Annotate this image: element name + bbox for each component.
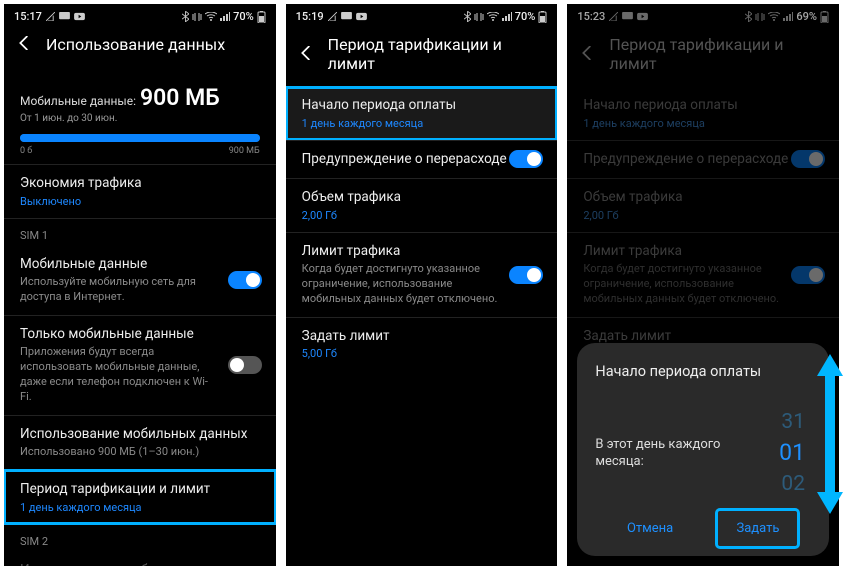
data-saver-row[interactable]: Экономия трафика Выключено (4, 164, 276, 218)
wifi-icon (205, 12, 217, 21)
cycle-start-dialog: Начало периода оплаты В этот день каждог… (577, 343, 829, 556)
youtube-icon (74, 12, 85, 21)
warning-title: Предупреждение о перерасходе (302, 151, 542, 169)
billing-title: Период тарификации и лимит (20, 481, 260, 499)
mobile-data-row[interactable]: Мобильные данные Используйте мобильную с… (4, 246, 276, 315)
signal-icon (502, 12, 512, 21)
picker-next: 02 (779, 470, 805, 499)
vibrate-icon (192, 12, 202, 22)
set-limit-row[interactable]: Задать лимит 5,00 Гб (286, 317, 558, 371)
signal-icon (220, 12, 230, 21)
youtube-icon (356, 12, 367, 21)
mobile-only-switch[interactable] (228, 356, 262, 374)
page-title: Использование данных (46, 35, 225, 54)
mobile-usage-sub: Использовано 900 МБ (1–30 июн.) (20, 445, 260, 460)
usage-label: Мобильные данные: (20, 94, 136, 108)
message-icon (59, 12, 70, 21)
mobile-only-row[interactable]: Только мобильные данные Приложения будут… (4, 315, 276, 415)
cycle-start-row[interactable]: Начало периода оплаты 1 день каждого мес… (286, 87, 558, 140)
status-time: 15:17 (14, 10, 42, 23)
data-saver-title: Экономия трафика (20, 175, 260, 193)
cycle-title: Начало периода оплаты (302, 97, 542, 115)
battery-icon (257, 11, 266, 23)
picker-selected: 01 (779, 437, 805, 469)
usage-summary: Мобильные данные: 900 МБ От 1 июн. до 30… (4, 68, 276, 164)
page-title: Период тарификации и лимит (328, 35, 544, 73)
usage-bar-max: 900 МБ (229, 146, 260, 156)
status-battery: 70% (515, 10, 536, 23)
usage-range: От 1 июн. до 30 июн. (20, 113, 260, 124)
mobile-only-title: Только мобильные данные (20, 326, 260, 344)
back-icon[interactable] (18, 35, 32, 54)
usage-amount: 900 МБ (140, 84, 220, 111)
limit-title: Лимит трафика (302, 243, 542, 261)
usage-bar-min: 0 б (20, 146, 32, 156)
sim2-label: SIM 2 (4, 524, 276, 552)
picker-prev: 31 (779, 408, 805, 437)
warning-amount-value: 2,00 Гб (302, 209, 542, 222)
set-limit-title: Задать лимит (302, 328, 542, 346)
battery-icon (538, 11, 547, 23)
limit-row[interactable]: Лимит трафика Когда будет достигнуто ука… (286, 232, 558, 317)
sim1-label: SIM 1 (4, 218, 276, 246)
mobile-data-sub: Используйте мобильную сеть для доступа в… (20, 275, 210, 305)
mobile-only-sub: Приложения будут всегда использовать моб… (20, 345, 210, 404)
screen-data-usage: 15:17 70% Использование данных Мобильные… (4, 4, 276, 566)
mobile-usage-row[interactable]: Использование мобильных данных Использов… (4, 415, 276, 470)
dialog-label: В этот день каждого месяца: (595, 437, 735, 471)
bluetooth-icon (182, 11, 189, 22)
mobile-usage2-row[interactable]: Использование мобильных данных Использов… (4, 552, 276, 566)
header: Использование данных (4, 25, 276, 68)
no-sim1-icon (328, 12, 337, 21)
back-icon[interactable] (300, 45, 314, 64)
limit-sub: Когда будет достигнуто указанное огранич… (302, 262, 502, 307)
status-bar: 15:17 70% (4, 4, 276, 25)
bluetooth-icon (464, 11, 471, 22)
ok-button[interactable]: Задать (718, 511, 797, 546)
screen-billing-cycle-dialog: 15:23 69% Период тарификации и лимит Нач… (567, 4, 839, 566)
warning-amount-row[interactable]: Объем трафика 2,00 Гб (286, 178, 558, 232)
cycle-sub: 1 день каждого месяца (302, 117, 542, 130)
warning-switch[interactable] (509, 150, 543, 168)
dialog-title: Начало периода оплаты (595, 363, 811, 380)
vibrate-icon (474, 12, 484, 22)
message-icon (341, 12, 352, 21)
status-battery: 70% (233, 10, 254, 23)
data-saver-value: Выключено (20, 195, 260, 208)
mobile-data-switch[interactable] (228, 271, 262, 289)
mobile-usage-title: Использование мобильных данных (20, 426, 260, 444)
mobile-data-title: Мобильные данные (20, 256, 260, 274)
no-sim1-icon (46, 12, 55, 21)
mobile-usage2-title: Использование мобильных данных (20, 562, 260, 566)
status-bar: 15:19 70% (286, 4, 558, 25)
limit-switch[interactable] (509, 266, 543, 284)
status-time: 15:19 (296, 10, 324, 23)
header: Период тарификации и лимит (286, 25, 558, 87)
day-picker[interactable]: 31 01 02 (779, 408, 811, 499)
screen-billing-cycle: 15:19 70% Период тарификации и лимит Нач… (286, 4, 558, 566)
billing-sub: 1 день каждого месяца (20, 501, 260, 514)
set-limit-value: 5,00 Гб (302, 347, 542, 360)
warning-amount-title: Объем трафика (302, 189, 542, 207)
usage-bar: 0 б 900 МБ (20, 134, 260, 156)
billing-cycle-row[interactable]: Период тарификации и лимит 1 день каждог… (4, 470, 276, 524)
warning-row[interactable]: Предупреждение о перерасходе (286, 140, 558, 179)
wifi-icon (487, 12, 499, 21)
cancel-button[interactable]: Отмена (609, 511, 691, 546)
